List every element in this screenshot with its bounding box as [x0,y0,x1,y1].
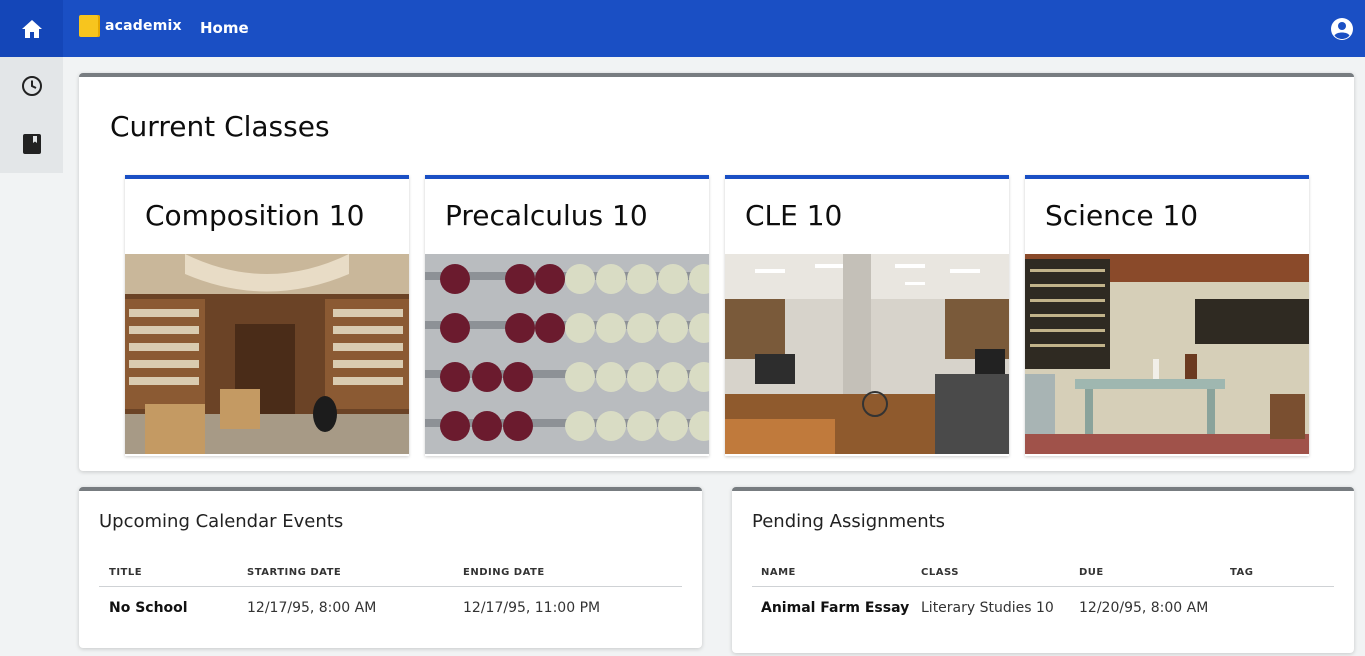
upcoming-events-panel: Upcoming Calendar Events TITLE STARTING … [79,487,702,648]
top-app-bar: academix Home [0,0,1365,57]
class-card-science[interactable]: Science 10 [1025,175,1309,456]
table-divider [752,586,1334,587]
profile-button[interactable] [1330,17,1354,41]
column-header-name[interactable]: NAME [761,567,796,578]
column-header-class[interactable]: CLASS [921,567,959,578]
column-header-starting-date[interactable]: STARTING DATE [247,567,341,578]
home-icon [21,19,42,38]
class-card-title: Precalculus 10 [445,199,648,232]
clock-icon [21,76,42,96]
app-logo[interactable]: academix [79,15,182,37]
class-card-title: Science 10 [1045,199,1199,232]
class-card-image [125,254,409,454]
column-header-title[interactable]: TITLE [109,567,142,578]
app-name: academix [105,18,182,34]
event-start: 12/17/95, 8:00 AM [247,600,377,616]
class-card-precalculus[interactable]: Precalculus 10 [425,175,709,456]
home-button[interactable] [0,0,63,57]
class-card-image [425,254,709,454]
class-card-image [725,254,1009,454]
nav-home-link[interactable]: Home [200,19,249,37]
notebook-logo-icon [79,15,100,37]
assignment-name: Animal Farm Essay [761,600,910,616]
column-header-due[interactable]: DUE [1079,567,1104,578]
class-card-title: Composition 10 [145,199,365,232]
pending-assignments-title: Pending Assignments [752,511,946,532]
current-classes-panel: Current Classes Composition 10 Precalcul… [79,73,1354,471]
class-card-title: CLE 10 [745,199,843,232]
current-classes-title: Current Classes [110,110,330,143]
side-navigation-rail [0,57,63,173]
table-divider [99,586,682,587]
column-header-ending-date[interactable]: ENDING DATE [463,567,545,578]
upcoming-events-title: Upcoming Calendar Events [99,511,344,532]
account-circle-icon [1331,18,1353,40]
assignment-due: 12/20/95, 8:00 AM [1079,600,1209,616]
classes-button[interactable] [0,115,63,173]
history-button[interactable] [0,57,63,115]
book-icon [22,134,41,154]
assignment-class: Literary Studies 10 [921,600,1054,616]
column-header-tag[interactable]: TAG [1230,567,1254,578]
pending-assignments-panel: Pending Assignments NAME CLASS DUE TAG A… [732,487,1354,653]
class-card-cle[interactable]: CLE 10 [725,175,1009,456]
event-title: No School [109,600,188,616]
class-card-composition[interactable]: Composition 10 [125,175,409,456]
event-end: 12/17/95, 11:00 PM [463,600,601,616]
class-card-image [1025,254,1309,454]
